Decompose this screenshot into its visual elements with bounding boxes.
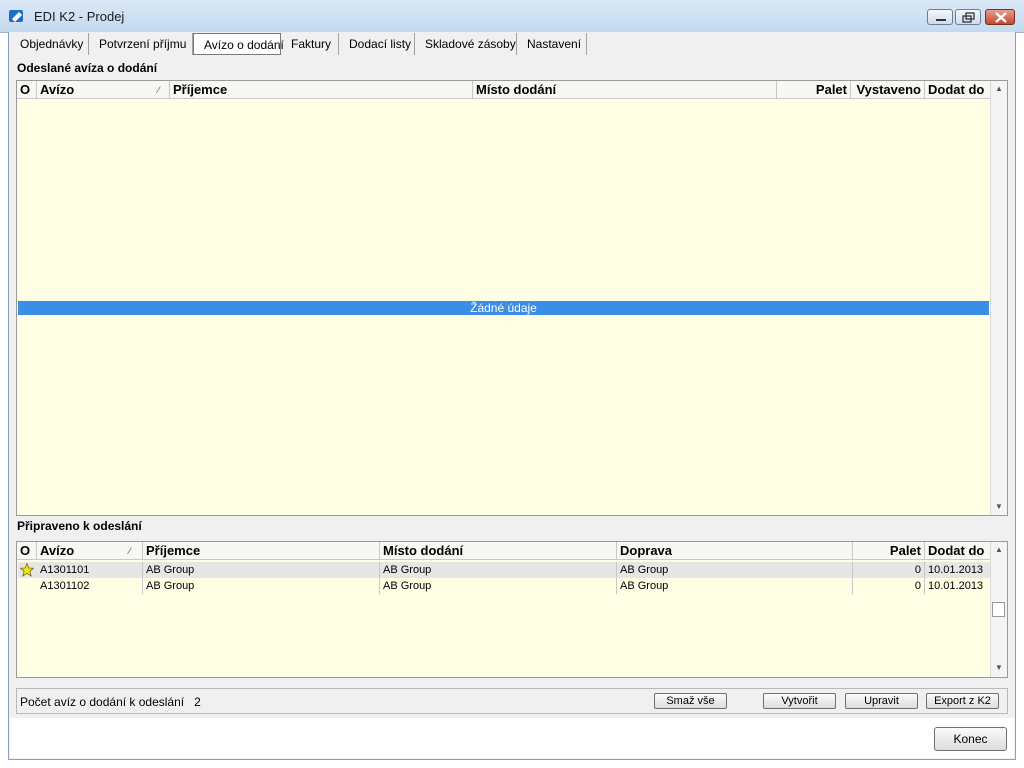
table-row[interactable]: A1301101 AB Group AB Group AB Group 0 10… — [18, 562, 990, 578]
edit-button[interactable]: Upravit — [845, 693, 918, 709]
sort-icon: ⁄ — [158, 85, 160, 95]
close-button[interactable]: Konec — [934, 727, 1007, 751]
close-window-button[interactable] — [985, 9, 1015, 25]
cell-avizo: A1301101 — [37, 562, 143, 578]
window-title: EDI K2 - Prodej — [34, 9, 125, 24]
star-icon — [20, 563, 34, 577]
sort-icon: ⁄ — [129, 546, 131, 556]
delete-all-button[interactable]: Smaž vše — [654, 693, 727, 709]
minimize-icon — [936, 19, 946, 21]
col-header-doprava[interactable]: Doprava — [617, 542, 853, 560]
col-header-palet[interactable]: Palet — [777, 81, 851, 99]
export-button[interactable]: Export z K2 — [926, 693, 999, 709]
col-header-dodat-do[interactable]: Dodat do — [925, 81, 991, 99]
tab-skladove-zasoby[interactable]: Skladové zásoby — [415, 33, 517, 55]
col-header-vystaveno[interactable]: Vystaveno — [851, 81, 925, 99]
pending-count-text: Počet avíz o dodání k odeslání — [20, 695, 185, 709]
close-icon — [995, 12, 1007, 23]
ready-section-title: Připraveno k odeslání — [17, 519, 142, 533]
restore-button[interactable] — [955, 9, 981, 25]
cell-prijemce: AB Group — [143, 562, 380, 578]
status-bar: Počet avíz o dodání k odeslání 2 Smaž vš… — [16, 688, 1008, 714]
scroll-up-icon[interactable]: ▲ — [995, 84, 1003, 93]
footer-panel — [10, 718, 1014, 758]
col-header-o[interactable]: O — [17, 542, 37, 560]
pending-count-value: 2 — [194, 695, 201, 709]
cell-palet: 0 — [853, 578, 925, 594]
flag-cell — [18, 578, 37, 594]
col-header-avizo[interactable]: Avízo — [37, 542, 143, 560]
table-row[interactable]: A1301102 AB Group AB Group AB Group 0 10… — [18, 578, 990, 594]
scroll-down-icon[interactable]: ▼ — [995, 502, 1003, 511]
restore-icon — [962, 12, 975, 23]
scroll-thumb[interactable] — [992, 602, 1005, 617]
col-header-prijemce[interactable]: Příjemce — [170, 81, 473, 99]
col-header-avizo[interactable]: Avízo — [37, 81, 170, 99]
col-header-misto-dodani[interactable]: Místo dodání — [473, 81, 777, 99]
cell-avizo: A1301102 — [37, 578, 143, 594]
tab-faktury[interactable]: Faktury — [281, 33, 339, 55]
create-button[interactable]: Vytvořit — [763, 693, 836, 709]
sent-section-title: Odeslané avíza o dodání — [17, 61, 158, 75]
tab-avizo-o-dodani[interactable]: Avízo o dodání — [193, 33, 284, 55]
col-header-o[interactable]: O — [17, 81, 37, 99]
cell-misto-dodani: AB Group — [380, 562, 617, 578]
col-header-dodat-do[interactable]: Dodat do — [925, 542, 991, 560]
scroll-up-icon[interactable]: ▲ — [995, 545, 1003, 554]
tab-potvrzeni-prijmu[interactable]: Potvrzení příjmu — [89, 33, 193, 55]
col-header-prijemce[interactable]: Příjemce — [143, 542, 380, 560]
app-icon — [9, 10, 23, 22]
cell-doprava: AB Group — [617, 562, 853, 578]
cell-dodat-do: 10.01.2013 — [928, 580, 984, 592]
cell-prijemce: AB Group — [143, 578, 380, 594]
cell-misto-dodani: AB Group — [380, 578, 617, 594]
minimize-button[interactable] — [927, 9, 953, 25]
sent-scrollbar[interactable]: ▲ ▼ — [990, 81, 1007, 515]
col-header-misto-dodani[interactable]: Místo dodání — [380, 542, 617, 560]
sent-grid[interactable]: O Avízo ⁄ Příjemce Místo dodání Palet Vy… — [16, 80, 1008, 516]
pending-count-label: Počet avíz o dodání k odeslání 2 — [20, 695, 201, 709]
flag-cell — [18, 562, 37, 578]
empty-row: Žádné údaje — [18, 301, 989, 315]
ready-scrollbar[interactable]: ▲ ▼ — [990, 542, 1007, 677]
ready-grid[interactable]: O Avízo ⁄ Příjemce Místo dodání Doprava … — [16, 541, 1008, 678]
scroll-down-icon[interactable]: ▼ — [995, 663, 1003, 672]
cell-doprava: AB Group — [617, 578, 853, 594]
tab-nastaveni[interactable]: Nastavení — [517, 33, 587, 55]
tab-objednavky[interactable]: Objednávky — [10, 33, 89, 55]
title-bar[interactable]: EDI K2 - Prodej — [0, 0, 1024, 33]
cell-dodat-do: 10.01.2013 — [928, 564, 984, 576]
tab-dodaci-listy[interactable]: Dodací listy — [339, 33, 415, 55]
col-header-palet[interactable]: Palet — [853, 542, 925, 560]
cell-palet: 0 — [853, 562, 925, 578]
